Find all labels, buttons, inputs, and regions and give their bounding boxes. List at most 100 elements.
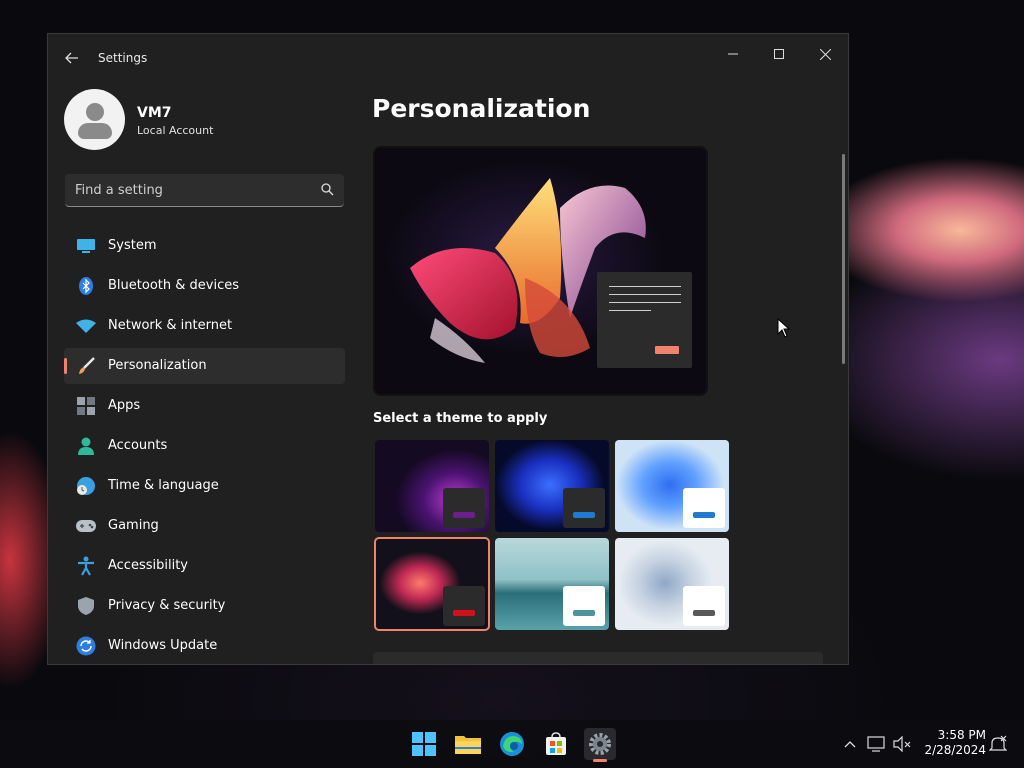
theme-tile-flow[interactable] (615, 538, 729, 630)
preview-text-line (609, 286, 681, 287)
sidebar-item-privacy[interactable]: Privacy & security (64, 588, 345, 624)
volume-button[interactable] (892, 720, 912, 768)
sidebar-item-accessibility[interactable]: Accessibility (64, 548, 345, 584)
file-explorer-button[interactable] (452, 728, 484, 760)
active-app-indicator (593, 759, 607, 762)
system-icon (76, 236, 96, 256)
theme-accent-bar (453, 610, 475, 616)
sidebar-item-label: Privacy & security (108, 598, 226, 613)
content-scrollbar[interactable] (842, 154, 845, 364)
back-button[interactable] (62, 48, 82, 68)
theme-tile-dark-blue[interactable] (495, 440, 609, 532)
sidebar-item-label: Network & internet (108, 318, 233, 333)
search-input[interactable]: Find a setting (65, 174, 344, 207)
show-hidden-icons-button[interactable] (840, 720, 860, 768)
app-title: Settings (98, 51, 148, 65)
selection-indicator (64, 358, 67, 374)
sidebar-item-accounts[interactable]: Accounts (64, 428, 345, 464)
sidebar-item-bluetooth[interactable]: Bluetooth & devices (64, 268, 345, 304)
sidebar-item-label: Accounts (108, 438, 168, 453)
theme-swatch (683, 488, 725, 528)
avatar-body (78, 123, 112, 139)
sidebar-item-label: Windows Update (108, 638, 218, 653)
sidebar-item-time-language[interactable]: Time & language (64, 468, 345, 504)
profile-account-type: Local Account (137, 124, 214, 137)
wifi-icon (76, 316, 96, 336)
theme-swatch (563, 586, 605, 626)
settings-gear-icon (589, 733, 611, 755)
avatar-head (86, 103, 104, 121)
title-bar[interactable]: Settings (48, 34, 848, 82)
avatar[interactable] (64, 89, 125, 150)
start-button[interactable] (408, 728, 440, 760)
edge-button[interactable] (496, 728, 528, 760)
clock-date: 2/28/2024 (924, 743, 986, 757)
bluetooth-icon (76, 276, 96, 296)
sidebar-nav: System Bluetooth & devices Network & int… (64, 228, 345, 664)
theme-tile-glow[interactable] (374, 537, 490, 631)
profile-name: VM7 (137, 105, 172, 121)
sidebar-item-personalization[interactable]: Personalization (64, 348, 345, 384)
sidebar-item-gaming[interactable]: Gaming (64, 508, 345, 544)
store-icon (546, 732, 566, 755)
edge-icon (500, 732, 524, 756)
maximize-icon (774, 49, 784, 59)
theme-section-label: Select a theme to apply (373, 411, 548, 426)
back-arrow-icon (65, 52, 78, 64)
taskbar: 3:58 PM 2/28/2024 (0, 720, 1024, 768)
accounts-icon (76, 436, 96, 456)
sidebar-item-label: Apps (108, 398, 141, 413)
sidebar-item-label: Gaming (108, 518, 159, 533)
theme-swatch (563, 488, 605, 528)
maximize-button[interactable] (756, 38, 802, 70)
theme-swatch (683, 586, 725, 626)
theme-tile-light-blue[interactable] (615, 440, 729, 532)
search-placeholder: Find a setting (75, 183, 163, 198)
taskbar-clock[interactable]: 3:58 PM 2/28/2024 (920, 728, 986, 758)
mouse-cursor-icon (777, 318, 791, 338)
time-language-icon (76, 476, 96, 496)
minimize-button[interactable] (710, 38, 756, 70)
sidebar-item-system[interactable]: System (64, 228, 345, 264)
sidebar-item-label: Bluetooth & devices (108, 278, 239, 293)
clock-time: 3:58 PM (937, 728, 986, 742)
theme-swatch (443, 586, 485, 626)
theme-accent-bar (573, 610, 595, 616)
network-icon (867, 736, 885, 752)
theme-accent-bar (693, 610, 715, 616)
preview-accent-button (655, 346, 679, 354)
network-status-button[interactable] (866, 720, 886, 768)
sidebar-item-network[interactable]: Network & internet (64, 308, 345, 344)
theme-tile-dark-purple[interactable] (375, 440, 489, 532)
sidebar-item-label: Time & language (108, 478, 219, 493)
sidebar-item-label: System (108, 238, 157, 253)
chevron-up-icon (844, 741, 856, 748)
preview-text-line (609, 302, 681, 303)
preview-text-line (609, 294, 681, 295)
theme-tile-lake[interactable] (495, 538, 609, 630)
store-button[interactable] (540, 728, 572, 760)
accessibility-icon (76, 556, 96, 576)
sidebar-item-apps[interactable]: Apps (64, 388, 345, 424)
notification-button[interactable] (988, 720, 1008, 768)
shield-icon (76, 596, 96, 616)
gamepad-icon (76, 516, 96, 536)
volume-muted-icon (893, 736, 911, 752)
theme-preview (373, 146, 708, 396)
settings-window: Settings VM7 Local Account Find a settin… (47, 33, 849, 665)
next-setting-card[interactable] (373, 652, 823, 664)
theme-accent-bar (693, 512, 715, 518)
update-icon (76, 636, 96, 656)
sidebar-item-label: Accessibility (108, 558, 188, 573)
paintbrush-icon (76, 356, 96, 376)
sidebar-item-windows-update[interactable]: Windows Update (64, 628, 345, 664)
search-icon (321, 183, 334, 196)
close-button[interactable] (802, 38, 848, 70)
theme-accent-bar (573, 512, 595, 518)
apps-icon (76, 396, 96, 416)
settings-button[interactable] (584, 728, 616, 760)
sidebar-item-label: Personalization (108, 358, 207, 373)
user-profile[interactable]: VM7 Local Account (64, 89, 344, 153)
file-explorer-icon (455, 736, 481, 754)
theme-accent-bar (453, 512, 475, 518)
